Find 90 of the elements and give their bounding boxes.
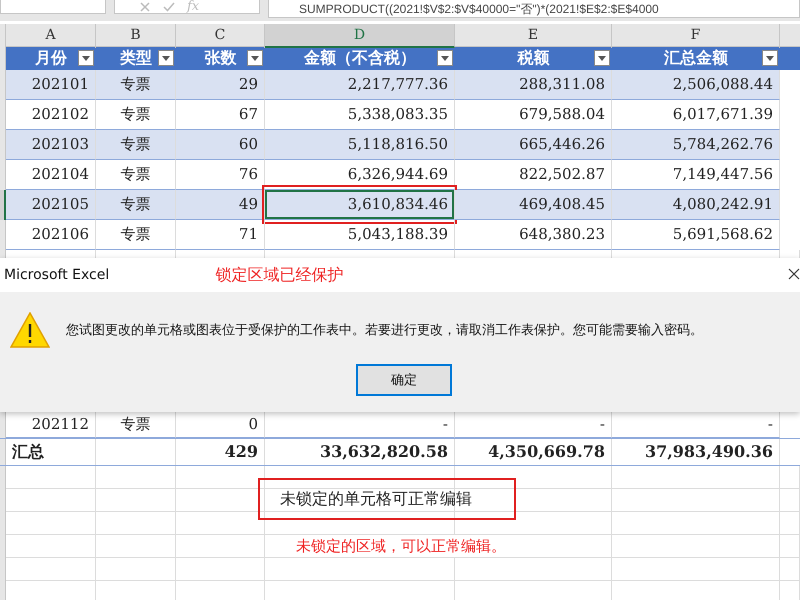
empty-cell[interactable] xyxy=(780,558,800,581)
table-cell: 33,632,820.58 xyxy=(265,439,455,465)
empty-cell[interactable] xyxy=(780,535,800,558)
column-header[interactable]: D xyxy=(265,24,455,48)
empty-cell[interactable] xyxy=(96,535,176,558)
formula-field[interactable]: SUMPRODUCT((2021!$V$2:$V$40000="否")*(2021!$E$2:$E$4000 xyxy=(268,0,800,18)
filter-dropdown-button[interactable] xyxy=(594,50,610,66)
column-header-label: 类型 xyxy=(120,48,152,69)
table-cell: 429 xyxy=(176,439,265,465)
table-cell[interactable]: 202106 xyxy=(6,220,96,250)
table-cell[interactable]: 202105 xyxy=(6,190,96,220)
empty-cell[interactable] xyxy=(612,535,780,558)
empty-cell[interactable] xyxy=(780,489,800,512)
empty-cell[interactable] xyxy=(176,489,265,512)
table-cell[interactable]: 2,506,088.44 xyxy=(612,70,780,100)
column-header-label: 张数 xyxy=(204,48,236,69)
table-cell[interactable]: 5,691,568.62 xyxy=(612,220,780,250)
column-header-label: 汇总金额 xyxy=(664,48,728,69)
filter-dropdown-button[interactable] xyxy=(247,50,263,66)
table-cell[interactable]: 288,311.08 xyxy=(455,70,612,100)
table-cell[interactable]: 469,408.45 xyxy=(455,190,612,220)
empty-cell[interactable] xyxy=(96,489,176,512)
empty-cell[interactable] xyxy=(265,512,455,535)
empty-cell[interactable] xyxy=(176,558,265,581)
empty-cell[interactable] xyxy=(265,489,455,512)
caret-icon xyxy=(251,56,259,60)
row-header[interactable] xyxy=(0,190,6,220)
name-box[interactable] xyxy=(0,0,106,14)
table-cell[interactable]: 202101 xyxy=(6,70,96,100)
empty-cell[interactable] xyxy=(612,466,780,489)
select-all-corner[interactable] xyxy=(0,24,6,48)
table-cell[interactable]: 专票 xyxy=(96,190,176,220)
table-cell[interactable]: 专票 xyxy=(96,220,176,250)
table-cell[interactable]: 5,043,188.39 xyxy=(265,220,455,250)
caret-icon xyxy=(82,56,90,60)
empty-cell[interactable] xyxy=(176,512,265,535)
table-cell[interactable]: 202103 xyxy=(6,130,96,160)
empty-cell[interactable] xyxy=(455,489,612,512)
cell-text[interactable]: 未锁定的单元格可正常编辑 xyxy=(258,478,516,520)
table-cell[interactable]: 60 xyxy=(176,130,265,160)
table-cell[interactable]: 665,446.26 xyxy=(455,130,612,160)
cancel-icon[interactable] xyxy=(139,0,151,12)
filter-dropdown-button[interactable] xyxy=(762,50,778,66)
table-cell[interactable]: 专票 xyxy=(96,130,176,160)
dialog-message: 您试图更改的单元格或图表位于受保护的工作表中。若要进行更改，请取消工作表保护。您可能需要输入密码。 xyxy=(66,322,703,339)
filter-dropdown-button[interactable] xyxy=(78,50,94,66)
dialog-title: Microsoft Excel xyxy=(3,267,110,283)
row-header[interactable] xyxy=(0,412,6,438)
empty-cell[interactable] xyxy=(455,466,612,489)
warning-icon xyxy=(10,312,50,348)
column-header-label: 金额（不含税） xyxy=(304,48,416,69)
filter-dropdown-button[interactable] xyxy=(158,50,174,66)
empty-cell[interactable] xyxy=(780,512,800,535)
table-cell[interactable]: 71 xyxy=(176,220,265,250)
caret-icon xyxy=(598,56,606,60)
empty-cell[interactable] xyxy=(612,558,780,581)
caret-icon xyxy=(441,56,449,60)
table-cell: 4,350,669.78 xyxy=(455,439,612,465)
empty-cell[interactable] xyxy=(176,535,265,558)
ok-button[interactable]: 确定 xyxy=(356,364,452,396)
empty-cell[interactable] xyxy=(265,466,455,489)
empty-cell[interactable] xyxy=(265,558,455,581)
close-icon[interactable] xyxy=(788,268,800,280)
check-icon[interactable] xyxy=(163,0,175,12)
table-cell[interactable]: 5,784,262.76 xyxy=(612,130,780,160)
table-cell: 37,983,490.36 xyxy=(612,439,780,465)
table-cell[interactable]: 29 xyxy=(176,70,265,100)
table-cell: 汇总 xyxy=(6,439,96,465)
table-cell[interactable]: 2,217,777.36 xyxy=(265,70,455,100)
table-cell[interactable]: 5,118,816.50 xyxy=(265,130,455,160)
column-header-label: 月份 xyxy=(35,48,67,69)
empty-cell[interactable] xyxy=(96,512,176,535)
caret-icon xyxy=(162,56,170,60)
caret-icon xyxy=(766,56,774,60)
table-cell[interactable]: 648,380.23 xyxy=(455,220,612,250)
column-header-label: 税额 xyxy=(518,48,550,69)
empty-cell[interactable] xyxy=(455,512,612,535)
empty-cell[interactable] xyxy=(96,558,176,581)
empty-cell[interactable] xyxy=(612,489,780,512)
empty-cell[interactable] xyxy=(455,558,612,581)
table-cell[interactable]: 4,080,242.91 xyxy=(612,190,780,220)
table-cell[interactable]: 49 xyxy=(176,190,265,220)
table-cell[interactable]: 专票 xyxy=(96,70,176,100)
filter-dropdown-button[interactable] xyxy=(437,50,453,66)
empty-cell[interactable] xyxy=(780,466,800,489)
empty-cell[interactable] xyxy=(96,466,176,489)
annotation-text: 未锁定的区域，可以正常编辑。 xyxy=(296,536,506,556)
annotation-text: 锁定区域已经保护 xyxy=(215,264,344,286)
empty-cell[interactable] xyxy=(176,466,265,489)
empty-cell[interactable] xyxy=(612,512,780,535)
